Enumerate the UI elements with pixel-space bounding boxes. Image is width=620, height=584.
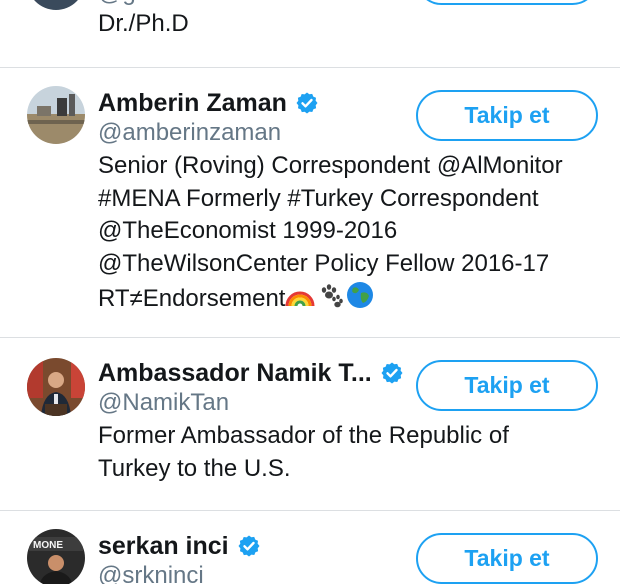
avatar-photo: MONE: [27, 529, 85, 584]
globe-icon: [347, 282, 374, 308]
verified-badge-icon: [296, 92, 318, 114]
user-name[interactable]: Amberin Zaman: [98, 88, 287, 118]
bio-text: RT≠Endorsement: [98, 285, 286, 312]
avatar[interactable]: [27, 86, 85, 144]
user-bio: Dr./Ph.D: [98, 8, 598, 41]
user-name[interactable]: serkan inci: [98, 531, 229, 561]
user-cell[interactable]: MONE serkan inci @srkninci Takip et: [0, 511, 620, 584]
verified-badge-icon: [238, 535, 260, 557]
follow-button[interactable]: Takip et: [416, 360, 598, 411]
bio-line: Turkey to the U.S.: [98, 454, 291, 482]
verified-badge-icon: [381, 362, 403, 384]
user-handle: @NamikTan: [98, 389, 230, 416]
bio-line: @TheEconomist 1999-2016: [98, 217, 398, 244]
name-row: Amberin Zaman: [98, 88, 319, 118]
name-row: Ambassador Namik T...: [98, 358, 404, 388]
user-bio: Former Ambassador of the Republic of Tur…: [98, 420, 598, 485]
avatar-photo: [27, 358, 85, 416]
paw-prints-icon: [322, 284, 344, 308]
avatar[interactable]: [27, 358, 85, 416]
avatar-text: MONE: [33, 540, 63, 551]
avatar[interactable]: MONE: [27, 529, 85, 584]
user-handle: @g: [98, 0, 136, 8]
bio-line: Senior (Roving) Correspondent @AlMonitor: [98, 152, 563, 179]
user-cell-partial[interactable]: @g Dr./Ph.D: [0, 0, 620, 68]
avatar-photo: [27, 86, 85, 144]
bio-line-last: RT≠Endorsement: [98, 280, 598, 316]
follow-button[interactable]: Takip et: [416, 90, 598, 141]
follow-button[interactable]: [416, 0, 598, 5]
user-bio: Senior (Roving) Correspondent @AlMonitor…: [98, 150, 598, 316]
user-cell[interactable]: Ambassador Namik T... @NamikTan Former A…: [0, 338, 620, 510]
avatar[interactable]: [27, 0, 85, 10]
user-handle: @amberinzaman: [98, 119, 282, 146]
who-to-follow-list: @g Dr./Ph.D Amberin Zaman @amberinz: [0, 0, 620, 584]
user-name[interactable]: Ambassador Namik T...: [98, 358, 372, 388]
bio-line: Dr./Ph.D: [98, 10, 189, 37]
bio-line: Former Ambassador of the Republic of: [98, 422, 509, 449]
user-cell[interactable]: Amberin Zaman @amberinzaman Senior (Rovi…: [0, 68, 620, 338]
bio-line: @TheWilsonCenter Policy Fellow 2016-17: [98, 249, 550, 277]
name-row: serkan inci: [98, 531, 261, 561]
bio-line: #MENA Formerly #Turkey Correspondent: [98, 184, 539, 212]
follow-button[interactable]: Takip et: [416, 533, 598, 584]
user-handle: @srkninci: [98, 562, 204, 584]
rainbow-icon: [285, 291, 315, 307]
